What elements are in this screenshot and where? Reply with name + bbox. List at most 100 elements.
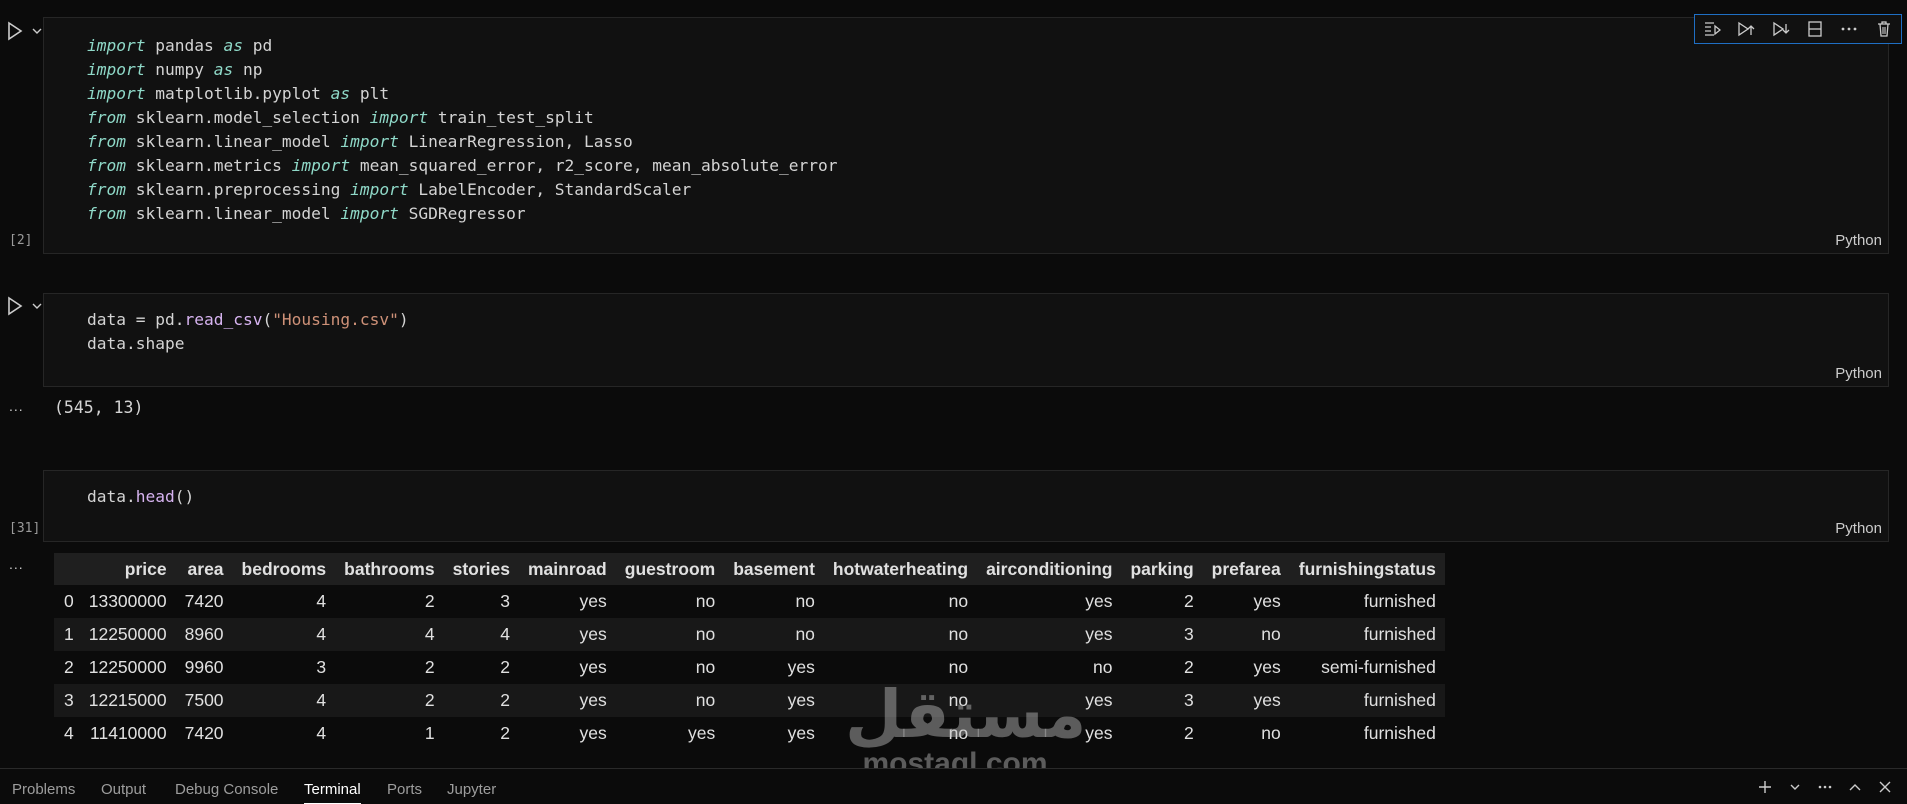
code-line[interactable]: data.head() [87, 485, 194, 509]
table-cell: semi-furnished [1321, 657, 1436, 677]
table-cell: 2 [424, 591, 435, 611]
output-menu-icon[interactable]: ... [9, 398, 24, 414]
code-cell-read-csv[interactable]: data = pd.read_csv("Housing.csv") data.sh… [43, 293, 1889, 387]
close-icon[interactable] [1877, 779, 1893, 795]
code-line[interactable]: data.shape [87, 332, 409, 356]
table-cell: 11410000 [90, 723, 167, 743]
column-header: parking [1130, 558, 1194, 579]
table-cell: yes [1253, 591, 1281, 611]
output-menu-icon[interactable]: ... [9, 556, 24, 572]
cell-language-label[interactable]: Python [1835, 520, 1882, 537]
table-cell: yes [579, 624, 607, 644]
chevron-down-icon[interactable] [1787, 779, 1803, 795]
run-by-line-icon[interactable] [1703, 20, 1722, 38]
table-cell: 12250000 [88, 657, 167, 677]
table-cell: yes [579, 723, 607, 743]
table-row: 0 13300000 7420 4 2 3 yes no no no yes 2 yes furnishe… [54, 585, 1445, 618]
column-header: basement [733, 558, 815, 579]
tab-debug-console[interactable]: Debug Console [175, 781, 278, 798]
table-cell: no [948, 624, 969, 644]
table-header-row: price area bedrooms bathrooms stories mainroa… [54, 553, 1445, 585]
table-cell: 4 [316, 723, 327, 743]
table-row: 4 11410000 7420 4 1 2 yes yes yes no yes 2 no furnish… [54, 717, 1445, 750]
column-header: prefarea [1211, 558, 1281, 579]
row-index: 4 [64, 723, 74, 743]
table-cell: 3 [1183, 624, 1194, 644]
table-row: 2 12250000 9960 3 2 2 yes no yes no no 2 yes semi-fur… [54, 651, 1445, 684]
code-line[interactable]: from sklearn.preprocessing import LabelE… [87, 178, 837, 202]
table-cell: no [948, 723, 969, 743]
table-cell: 9960 [184, 657, 224, 677]
column-header: area [187, 558, 224, 579]
table-cell: yes [1085, 591, 1113, 611]
new-terminal-icon[interactable] [1757, 779, 1773, 795]
table-cell: no [695, 624, 716, 644]
maximize-panel-icon[interactable] [1847, 779, 1863, 795]
column-header: furnishingstatus [1298, 558, 1436, 579]
table-cell: no [695, 657, 716, 677]
table-cell: 3 [1183, 690, 1194, 710]
split-cell-icon[interactable] [1806, 20, 1824, 38]
tab-output[interactable]: Output [101, 781, 146, 798]
run-below-icon[interactable] [1772, 20, 1790, 38]
table-cell: 2 [424, 690, 435, 710]
table-cell: no [1261, 723, 1281, 743]
table-cell: furnished [1363, 690, 1436, 710]
table-cell: 2 [500, 690, 510, 710]
code-line[interactable]: import matplotlib.pyplot as plt [87, 82, 837, 106]
table-cell: yes [787, 657, 815, 677]
table-cell: 2 [1183, 657, 1194, 677]
cell-language-label[interactable]: Python [1835, 232, 1882, 249]
delete-cell-icon[interactable] [1875, 20, 1893, 38]
code-line[interactable]: from sklearn.model_selection import trai… [87, 106, 837, 130]
table-cell: yes [1253, 657, 1281, 677]
code-line[interactable]: import numpy as np [87, 58, 837, 82]
table-cell: no [948, 690, 969, 710]
tab-jupyter[interactable]: Jupyter [447, 781, 496, 798]
column-header: airconditioning [986, 558, 1113, 579]
table-cell: 8960 [184, 624, 224, 644]
run-cell-button[interactable] [6, 295, 44, 317]
tab-ports[interactable]: Ports [387, 781, 422, 798]
table-cell: 7500 [184, 690, 224, 710]
table-cell: 4 [316, 624, 327, 644]
row-index: 3 [64, 690, 74, 710]
table-cell: 4 [316, 591, 327, 611]
tab-terminal[interactable]: Terminal [304, 781, 361, 804]
run-above-icon[interactable] [1737, 20, 1755, 38]
table-cell: 2 [424, 657, 435, 677]
code-editor[interactable]: import pandas as pd import numpy as np imp… [87, 34, 837, 226]
code-editor[interactable]: data.head() [87, 485, 194, 509]
table-cell: no [695, 690, 716, 710]
code-cell-head[interactable]: data.head() Python [43, 470, 1889, 542]
code-line[interactable]: from sklearn.linear_model import SGDRegr… [87, 202, 837, 226]
column-header: price [124, 558, 167, 579]
shape-output: (545, 13) [54, 398, 144, 417]
code-line[interactable]: data = pd.read_csv("Housing.csv") [87, 308, 409, 332]
more-actions-icon[interactable] [1817, 779, 1833, 795]
table-cell: yes [787, 723, 815, 743]
table-cell: yes [687, 723, 716, 743]
table-cell: 4 [500, 624, 510, 644]
code-line[interactable]: from sklearn.metrics import mean_squared… [87, 154, 837, 178]
table-cell: 1 [424, 723, 435, 743]
table-cell: yes [1085, 624, 1113, 644]
tab-problems[interactable]: Problems [12, 781, 75, 798]
column-header: bathrooms [344, 558, 435, 579]
table-cell: no [795, 624, 815, 644]
column-header: guestroom [624, 558, 716, 579]
table-cell: 2 [500, 657, 510, 677]
code-cell-imports[interactable]: import pandas as pd import numpy as np imp… [43, 14, 1902, 254]
table-cell: 2 [1183, 723, 1194, 743]
code-editor[interactable]: data = pd.read_csv("Housing.csv") data.sh… [87, 308, 409, 356]
table-cell: 12250000 [88, 624, 167, 644]
cell-language-label[interactable]: Python [1835, 365, 1882, 382]
table-cell: no [948, 591, 969, 611]
column-header: stories [452, 558, 510, 579]
code-line[interactable]: from sklearn.linear_model import LinearR… [87, 130, 837, 154]
bottom-panel-tabs: Problems Output Debug Console Terminal P… [0, 768, 1907, 804]
more-actions-icon[interactable] [1840, 20, 1858, 38]
run-cell-button[interactable] [6, 20, 44, 42]
panel-actions [1757, 779, 1893, 795]
code-line[interactable]: import pandas as pd [87, 34, 837, 58]
